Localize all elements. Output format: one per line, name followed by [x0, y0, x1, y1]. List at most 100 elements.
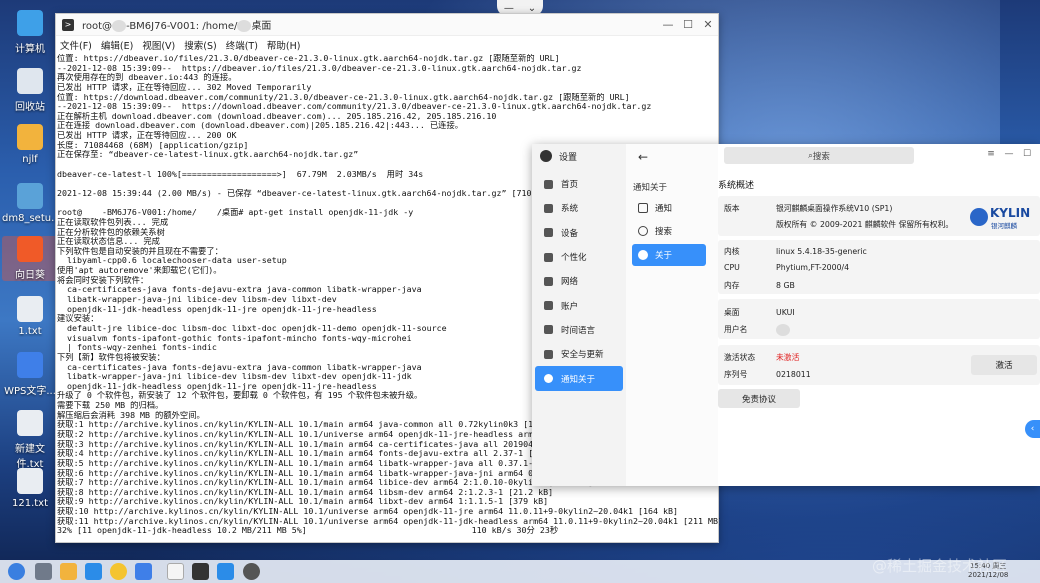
maximize-icon[interactable]: ☐ — [1018, 149, 1036, 159]
desktop-icon-label: WPS文字... — [4, 386, 56, 397]
desktop-icon[interactable]: WPS文字... — [2, 352, 58, 397]
terminal-line: 已发出 HTTP 请求，正在等待回应... 200 OK — [57, 131, 237, 141]
desktop-app-icon — [17, 68, 43, 94]
terminal-line: 位置: https://download.dbeaver.com/communi… — [57, 92, 630, 102]
start-menu-icon[interactable] — [8, 563, 25, 580]
terminal-line: 获取:9 http://archive.kylinos.cn/kylin/KYL… — [57, 497, 549, 507]
desktop-icon-label: 回收站 — [15, 102, 45, 113]
desktop-icon[interactable]: dm8_setu... — [2, 183, 61, 224]
memory-value: 8 GB — [776, 281, 795, 290]
nav-icon — [544, 179, 553, 189]
desktop-app-icon — [17, 124, 43, 150]
settings-nav-item[interactable]: 安全与更新 — [535, 342, 623, 366]
desktop-icon[interactable]: 1.txt — [2, 296, 58, 337]
terminal-taskbar-icon[interactable] — [192, 563, 209, 580]
disclaimer-button[interactable]: 免责协议 — [718, 389, 800, 408]
nav-icon — [544, 374, 553, 384]
terminal-line: 获取:8 http://archive.kylinos.cn/kylin/KYL… — [57, 487, 554, 497]
browser-icon[interactable] — [110, 563, 127, 580]
settings-nav-item[interactable]: 首页 — [535, 172, 623, 196]
blur-mask — [237, 20, 252, 32]
blur-mask — [776, 324, 790, 336]
multitask-icon[interactable] — [35, 563, 52, 580]
settings-sidebar: 设置 首页 系统 设备 个性化 网络 账户 时间语言 安全与更新 通知关于 — [532, 144, 626, 486]
terminal-line: 32% [11 openjdk-11-jdk-headless 10.2 MB/… — [57, 526, 559, 536]
back-arrow-icon[interactable]: ← — [638, 150, 648, 164]
notification-icon — [638, 203, 648, 213]
terminal-line: 已发出 HTTP 请求，正在等待回应... 302 Moved Temporar… — [57, 82, 312, 92]
nav-icon — [544, 325, 553, 335]
desktop-icon[interactable]: 新建文件.txt — [2, 410, 58, 470]
info-icon — [638, 250, 648, 260]
settings-nav-item[interactable]: 网络 — [535, 269, 623, 293]
kernel-value: linux 5.4.18-35-generic — [776, 247, 867, 256]
desktop-icon[interactable]: njlf — [2, 124, 58, 165]
wps-icon[interactable] — [135, 563, 152, 580]
blur-mask — [112, 20, 127, 32]
settings-nav-item[interactable]: 个性化 — [535, 245, 623, 269]
terminal-line: --2021-12-08 15:39:09-- https://dbeaver.… — [57, 63, 582, 73]
desktop-icon-label: 向日葵 — [15, 270, 45, 281]
desktop-icon[interactable]: 回收站 — [2, 68, 58, 113]
chevron-down-icon: ⌄ — [527, 2, 537, 14]
maximize-icon[interactable]: ☐ — [678, 18, 698, 31]
settings-nav-item[interactable]: 设备 — [535, 221, 623, 245]
settings-taskbar-icon[interactable] — [243, 563, 260, 580]
settings-header: 设置 — [532, 144, 626, 168]
file-manager-icon[interactable] — [60, 563, 77, 580]
menu-terminal[interactable]: 终端(T) — [226, 38, 258, 52]
nav-icon — [544, 349, 553, 359]
menu-view[interactable]: 视图(V) — [142, 38, 175, 52]
terminal-line: 正在解析主机 download.dbeaver.com (download.db… — [57, 111, 497, 121]
menu-search[interactable]: 搜索(S) — [184, 38, 216, 52]
sub-item-notify[interactable]: 通知 — [632, 197, 706, 219]
section-title: 系统概述 — [718, 181, 755, 191]
settings-nav-item[interactable]: 通知关于 — [535, 366, 623, 391]
settings-gear-icon — [540, 150, 552, 162]
serial-value: 0218011 — [776, 370, 811, 379]
nav-icon — [544, 228, 553, 238]
close-icon[interactable]: ✕ — [698, 18, 718, 31]
terminal-line: --2021-12-08 15:39:09-- https://download… — [57, 102, 652, 112]
menu-icon[interactable]: ≡ — [982, 149, 1000, 159]
desktop-app-icon — [17, 236, 43, 262]
sunlogin-taskbar-icon[interactable] — [217, 563, 234, 580]
chevron-left-icon[interactable]: ‹ — [1025, 420, 1040, 438]
settings-nav-item[interactable]: 时间语言 — [535, 318, 623, 342]
activate-button[interactable]: 激活 — [971, 355, 1037, 375]
menu-edit[interactable]: 编辑(E) — [101, 38, 133, 52]
settings-window[interactable]: 设置 首页 系统 设备 个性化 网络 账户 时间语言 安全与更新 通知关于 ← 通知关于 通知 … — [532, 144, 1040, 486]
desktop-icon-label: 新建文件.txt — [15, 444, 45, 470]
subpanel-title: 通知关于 — [633, 183, 668, 193]
user-box: 桌面 UKUI 用户名 — [718, 299, 1040, 339]
settings-search-input[interactable]: ⌕ 搜索 — [724, 147, 914, 164]
desktop-app-icon — [17, 183, 43, 209]
text-editor-icon[interactable] — [167, 563, 184, 580]
minimize-icon[interactable]: — — [1000, 149, 1018, 159]
version-box: 版本 银河麒麟桌面操作系统V10 (SP1) 版权所有 © 2009-2021 麒… — [718, 196, 1040, 236]
sub-item-search[interactable]: 搜索 — [632, 220, 706, 242]
desktop-icon-label: 计算机 — [15, 44, 45, 55]
sub-item-about[interactable]: 关于 — [632, 244, 706, 266]
settings-nav-item[interactable]: 系统 — [535, 196, 623, 220]
desktop-icon-label: 1.txt — [18, 326, 42, 337]
terminal-line: 位置: https://dbeaver.io/files/21.3.0/dbea… — [57, 54, 560, 63]
settings-nav-item[interactable]: 账户 — [535, 293, 623, 317]
desktop-icon[interactable]: 向日葵 — [2, 236, 58, 281]
menu-help[interactable]: 帮助(H) — [267, 38, 301, 52]
cpu-value: Phytium,FT-2000/4 — [776, 263, 850, 272]
terminal-line: 获取:10 http://archive.kylinos.cn/kylin/KY… — [57, 507, 679, 517]
software-store-icon[interactable] — [85, 563, 102, 580]
minimize-icon[interactable]: — — [658, 18, 678, 31]
desktop-icon[interactable]: 121.txt — [2, 468, 58, 509]
desktop-icon[interactable]: 计算机 — [2, 10, 58, 55]
menu-file[interactable]: 文件(F) — [60, 38, 92, 52]
copyright-text: 版权所有 © 2009-2021 麒麟软件 保留所有权利。 — [776, 220, 954, 229]
kylin-logo: KYLIN 银河麒麟 — [970, 206, 1034, 230]
search-icon — [638, 226, 648, 236]
terminal-line: 正在连接 download.dbeaver.com (download.dbea… — [57, 121, 464, 131]
desktop-value: UKUI — [776, 308, 795, 317]
nav-icon — [544, 203, 553, 213]
terminal-icon: > — [62, 18, 74, 31]
desktop-icon-label: 121.txt — [11, 498, 49, 509]
